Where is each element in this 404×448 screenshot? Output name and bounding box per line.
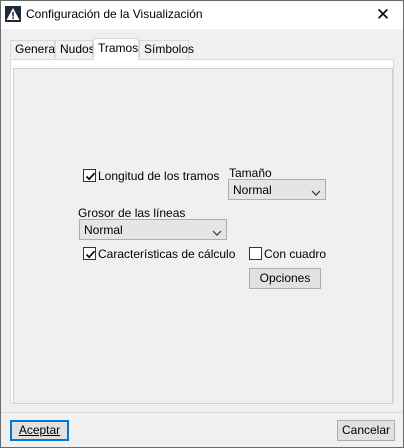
check-icon [85,250,96,259]
grosor-value: Normal [84,223,123,237]
tab-tramos[interactable]: Tramos [93,38,139,60]
title-bar: Configuración de la Visualización ✕ [1,1,403,29]
app-warning-icon [5,6,21,22]
tamano-value: Normal [233,183,272,197]
tab-nudos[interactable]: Nudos [55,40,95,58]
opciones-button[interactable]: Opciones [249,268,321,289]
grosor-select[interactable]: Normal [79,219,227,240]
accept-button[interactable]: Aceptar [10,420,69,441]
tab-bar: General Nudos Tramos Símbolos [10,38,394,60]
accept-label: Aceptar [18,423,61,437]
chevron-down-icon [311,186,321,200]
cancel-button[interactable]: Cancelar [337,420,395,441]
calculo-checkbox[interactable] [83,247,96,260]
close-icon: ✕ [375,5,391,24]
footer-divider [1,412,403,413]
dialog-window: Configuración de la Visualización ✕ Gene… [0,0,404,448]
calculo-label: Características de cálculo [98,247,236,261]
tamano-label: Tamaño [229,166,272,180]
tab-general[interactable]: General [10,40,58,58]
check-icon [85,172,96,181]
close-button[interactable]: ✕ [363,1,403,29]
longitud-checkbox[interactable] [83,169,96,182]
tab-simbolos[interactable]: Símbolos [139,40,194,58]
con-cuadro-checkbox[interactable] [249,247,262,260]
window-title: Configuración de la Visualización [26,7,203,21]
tamano-select[interactable]: Normal [228,179,326,200]
longitud-label: Longitud de los tramos [98,169,220,183]
chevron-down-icon [212,226,222,240]
con-cuadro-label: Con cuadro [264,247,327,261]
grosor-label: Grosor de las líneas [78,206,186,220]
